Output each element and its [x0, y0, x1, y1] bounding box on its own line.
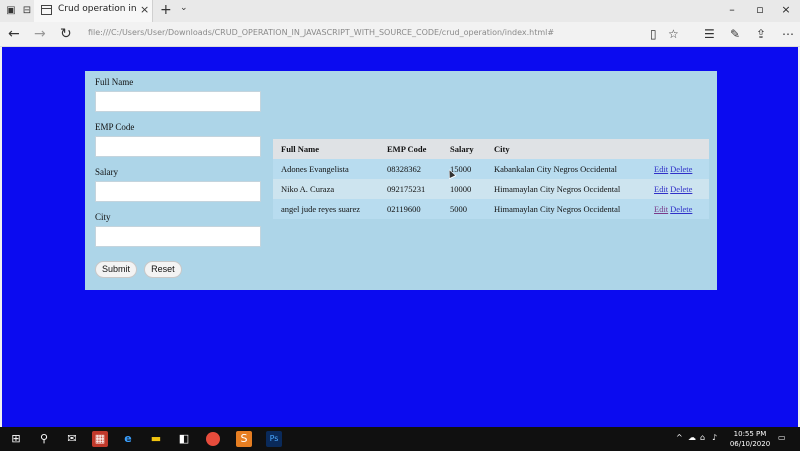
url-field[interactable]: file:///C:/Users/User/Downloads/CRUD_OPE… — [88, 25, 648, 41]
salary-label: Salary — [95, 167, 118, 177]
col-header-full-name: Full Name — [273, 139, 379, 159]
delete-link[interactable]: Delete — [670, 204, 692, 214]
store-gift-icon[interactable]: ▦ — [92, 431, 108, 447]
people-icon[interactable]: ☁ — [688, 433, 696, 442]
forward-icon[interactable]: → — [34, 26, 46, 42]
mail-icon[interactable]: ✉ — [64, 431, 80, 447]
hub-icon[interactable]: ☰ — [704, 27, 715, 41]
edit-link[interactable]: Edit — [654, 184, 668, 194]
edge-icon[interactable]: e — [120, 431, 136, 447]
full-name-label: Full Name — [95, 77, 134, 87]
reset-button[interactable]: Reset — [144, 261, 182, 278]
cell-actions: Edit Delete — [646, 179, 709, 199]
table-row: Adones Evangelista 08328362 15000 Kabank… — [273, 159, 709, 179]
maximize-icon[interactable]: ▫ — [750, 3, 770, 16]
page-body: Full Name EMP Code Salary City Submit Re… — [2, 47, 798, 427]
back-icon[interactable]: ← — [8, 26, 20, 42]
form-buttons: Submit Reset — [95, 257, 265, 278]
search-icon[interactable]: ⚲ — [36, 431, 52, 447]
emp-code-input[interactable] — [95, 136, 261, 157]
cell-city: Himamaylan City Negros Occidental — [486, 199, 646, 219]
taskbar: ⊞ ⚲ ✉ ▦ e ▬ ◧ S Ps ^ ☁ ⌂ ♪ 10:55 PM 06/1… — [0, 427, 800, 451]
cell-emp-code: 08328362 — [379, 159, 442, 179]
tab-preview-icon[interactable]: ⊟ — [20, 4, 34, 18]
reading-view-icon[interactable]: ▯ — [650, 27, 657, 41]
store-icon[interactable]: ◧ — [176, 431, 192, 447]
address-bar-row: ← → ↻ file:///C:/Users/User/Downloads/CR… — [0, 22, 800, 47]
volume-icon[interactable]: ♪ — [712, 433, 717, 442]
tab-title: Crud operation in javasc — [58, 4, 136, 14]
table-row: Niko A. Curaza 092175231 10000 Himamayla… — [273, 179, 709, 199]
col-header-actions — [646, 139, 709, 159]
web-note-icon[interactable]: ✎ — [730, 27, 740, 41]
clock-date: 06/10/2020 — [729, 440, 771, 448]
sublime-icon[interactable]: S — [236, 431, 252, 447]
cell-actions: Edit Delete — [646, 199, 709, 219]
col-header-city: City — [486, 139, 646, 159]
browser-tab-bar: ▣ ⊟ Crud operation in javasc × + ⌄ – ▫ × — [0, 0, 800, 22]
favorite-star-icon[interactable]: ☆ — [668, 27, 679, 41]
windows-start-icon[interactable]: ⊞ — [8, 431, 24, 447]
browser-tab[interactable]: Crud operation in javasc × — [34, 0, 153, 22]
clock-time: 10:55 PM — [733, 430, 767, 438]
more-icon[interactable]: ⋯ — [782, 27, 794, 41]
refresh-icon[interactable]: ↻ — [60, 26, 72, 42]
cell-actions: Edit Delete — [646, 159, 709, 179]
cell-emp-code: 02119600 — [379, 199, 442, 219]
edit-link[interactable]: Edit — [654, 164, 668, 174]
tab-set-aside-icon[interactable]: ▣ — [4, 4, 18, 18]
cell-full-name: Niko A. Curaza — [273, 179, 379, 199]
delete-link[interactable]: Delete — [670, 164, 692, 174]
city-label: City — [95, 212, 111, 222]
cell-salary: 5000 — [442, 199, 486, 219]
employee-form: Full Name EMP Code Salary City Submit Re… — [95, 77, 265, 278]
minimize-icon[interactable]: – — [722, 3, 742, 16]
cell-emp-code: 092175231 — [379, 179, 442, 199]
full-name-input[interactable] — [95, 91, 261, 112]
file-explorer-icon[interactable]: ▬ — [148, 431, 164, 447]
delete-link[interactable]: Delete — [670, 184, 692, 194]
cell-salary: 10000 — [442, 179, 486, 199]
employee-table: Full Name EMP Code Salary City Adones Ev… — [273, 139, 709, 219]
system-clock[interactable]: 10:55 PM 06/10/2020 — [728, 429, 772, 449]
table-row: angel jude reyes suarez 02119600 5000 Hi… — [273, 199, 709, 219]
cell-full-name: Adones Evangelista — [273, 159, 379, 179]
edit-link[interactable]: Edit — [654, 204, 668, 214]
tab-close-icon[interactable]: × — [140, 3, 149, 16]
col-header-salary: Salary — [442, 139, 486, 159]
cell-city: Kabankalan City Negros Occidental — [486, 159, 646, 179]
crud-panel: Full Name EMP Code Salary City Submit Re… — [85, 71, 717, 290]
photoshop-icon[interactable]: Ps — [266, 431, 282, 447]
window-close-icon[interactable]: × — [776, 3, 796, 16]
chrome-icon[interactable] — [206, 432, 220, 446]
emp-code-label: EMP Code — [95, 122, 135, 132]
submit-button[interactable]: Submit — [95, 261, 138, 278]
new-tab-icon[interactable]: + — [160, 2, 172, 18]
network-icon[interactable]: ⌂ — [700, 433, 705, 442]
tray-arrow-icon[interactable]: ^ — [676, 433, 683, 442]
cell-city: Himamaylan City Negros Occidental — [486, 179, 646, 199]
cell-full-name: angel jude reyes suarez — [273, 199, 379, 219]
col-header-emp-code: EMP Code — [379, 139, 442, 159]
notification-icon[interactable]: ▭ — [778, 433, 786, 442]
tab-list-chevron-icon[interactable]: ⌄ — [180, 3, 188, 13]
share-icon[interactable]: ⇪ — [756, 27, 766, 41]
salary-input[interactable] — [95, 181, 261, 202]
city-input[interactable] — [95, 226, 261, 247]
page-icon — [41, 5, 52, 15]
table-header-row: Full Name EMP Code Salary City — [273, 139, 709, 159]
